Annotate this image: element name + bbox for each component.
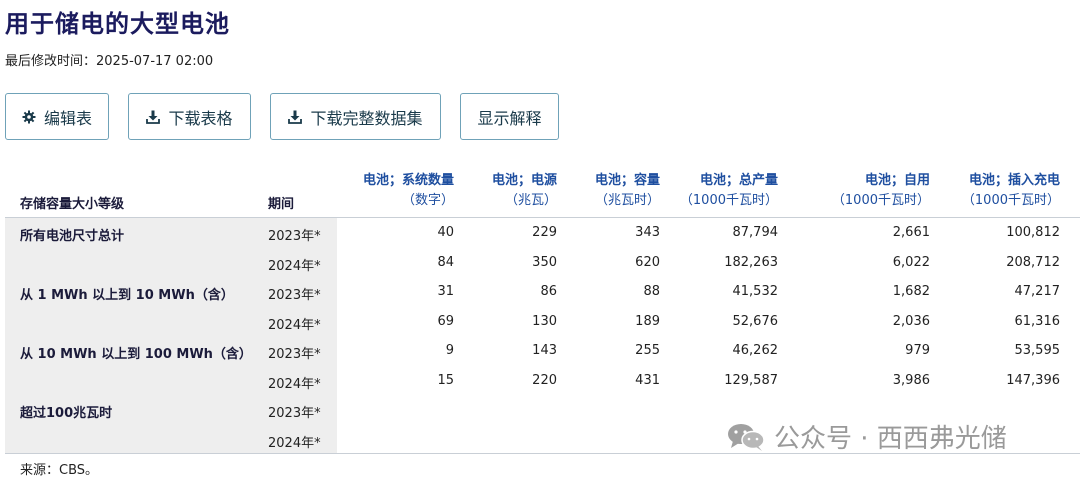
- edit-table-button[interactable]: 编辑表: [5, 93, 109, 140]
- column-header: 电池；系统数量 （数字）: [362, 173, 454, 208]
- table-cell: 46,262: [732, 343, 779, 358]
- table-cell: 130: [532, 313, 557, 329]
- table-cell: 255: [635, 343, 660, 358]
- column-header: 电池；自用 （1000千瓦时）: [831, 173, 930, 208]
- table-cell: 620: [635, 254, 660, 270]
- table-cell: 431: [635, 372, 660, 388]
- table-cell: 15: [437, 372, 454, 388]
- table-cell: 53,595: [1014, 343, 1061, 358]
- row-period: 2024年*: [268, 435, 321, 451]
- table-cell: 147,396: [1006, 372, 1060, 388]
- table-cell: 69: [437, 313, 454, 329]
- watermark-text: 公众号 · 西西弗光储: [774, 424, 1007, 454]
- row-period: 2023年*: [268, 406, 321, 421]
- download-table-label: 下载表格: [168, 110, 233, 128]
- table-cell: 61,316: [1014, 313, 1061, 329]
- row-label: 所有电池尺寸总计: [20, 229, 125, 244]
- table-cell: 143: [532, 343, 557, 358]
- column-header: 电池；总产量 （1000千瓦时）: [679, 173, 778, 208]
- table-cell: 979: [905, 343, 930, 358]
- table-cell: 3,986: [892, 372, 930, 388]
- table-cell: 52,676: [732, 313, 779, 329]
- source-note: 来源：CBS。: [20, 463, 99, 478]
- row-period: 2024年*: [268, 258, 321, 274]
- table-cell: 31: [437, 284, 454, 299]
- table-cell: 100,812: [1006, 225, 1060, 240]
- table-cell: 2,661: [892, 225, 930, 240]
- table-cell: 182,263: [724, 254, 778, 270]
- show-explanation-label: 显示解释: [477, 110, 542, 128]
- download-icon: [146, 110, 161, 124]
- show-explanation-button[interactable]: 显示解释: [460, 93, 559, 140]
- column-header: 电池；电源 （兆瓦）: [491, 173, 557, 208]
- table-cell: 47,217: [1014, 284, 1061, 299]
- row-label: 从 1 MWh 以上到 10 MWh（含）: [20, 288, 234, 303]
- last-modified: 最后修改时间：2025-07-17 02:00: [5, 54, 214, 69]
- period-header: 期间: [268, 197, 295, 212]
- watermark: 公众号 · 西西弗光储: [726, 418, 1007, 455]
- table-cell: 220: [532, 372, 557, 388]
- row-period: 2023年*: [268, 229, 321, 244]
- table-cell: 343: [635, 225, 660, 240]
- download-icon: [288, 110, 303, 124]
- column-header: 电池；容量 （兆瓦时）: [594, 173, 660, 208]
- table-cell: 9: [445, 343, 454, 358]
- table-cell: 88: [643, 284, 660, 299]
- table-cell: 87,794: [732, 225, 779, 240]
- gear-icon: [22, 110, 36, 123]
- row-period: 2024年*: [268, 376, 321, 392]
- table-cell: 350: [532, 254, 557, 270]
- table-cell: 1,682: [892, 284, 930, 299]
- table-cell: 86: [540, 284, 557, 299]
- table-cell: 40: [437, 225, 454, 240]
- row-label: 超过100兆瓦时: [20, 406, 113, 421]
- row-label: 从 10 MWh 以上到 100 MWh（含）: [20, 347, 252, 362]
- table-cell: 129,587: [724, 372, 778, 388]
- table-cell: 41,532: [732, 284, 779, 299]
- table-cell: 84: [437, 254, 454, 270]
- row-period: 2023年*: [268, 288, 321, 303]
- column-header: 电池；插入充电 （1000千瓦时）: [961, 173, 1060, 208]
- download-table-button[interactable]: 下载表格: [128, 93, 251, 140]
- page-title: 用于储电的大型电池: [5, 10, 230, 38]
- table-cell: 229: [532, 225, 557, 240]
- edit-table-label: 编辑表: [43, 110, 92, 128]
- row-period: 2023年*: [268, 347, 321, 362]
- table-cell: 208,712: [1006, 254, 1060, 270]
- table-cell: 2,036: [892, 313, 930, 329]
- table-cell: 189: [635, 313, 660, 329]
- row-period: 2024年*: [268, 317, 321, 333]
- row-header: 存储容量大小等级: [20, 197, 125, 212]
- download-dataset-button[interactable]: 下载完整数据集: [270, 93, 441, 140]
- table-cell: 6,022: [892, 254, 930, 270]
- wechat-icon: [728, 423, 765, 451]
- download-dataset-label: 下载完整数据集: [310, 110, 423, 128]
